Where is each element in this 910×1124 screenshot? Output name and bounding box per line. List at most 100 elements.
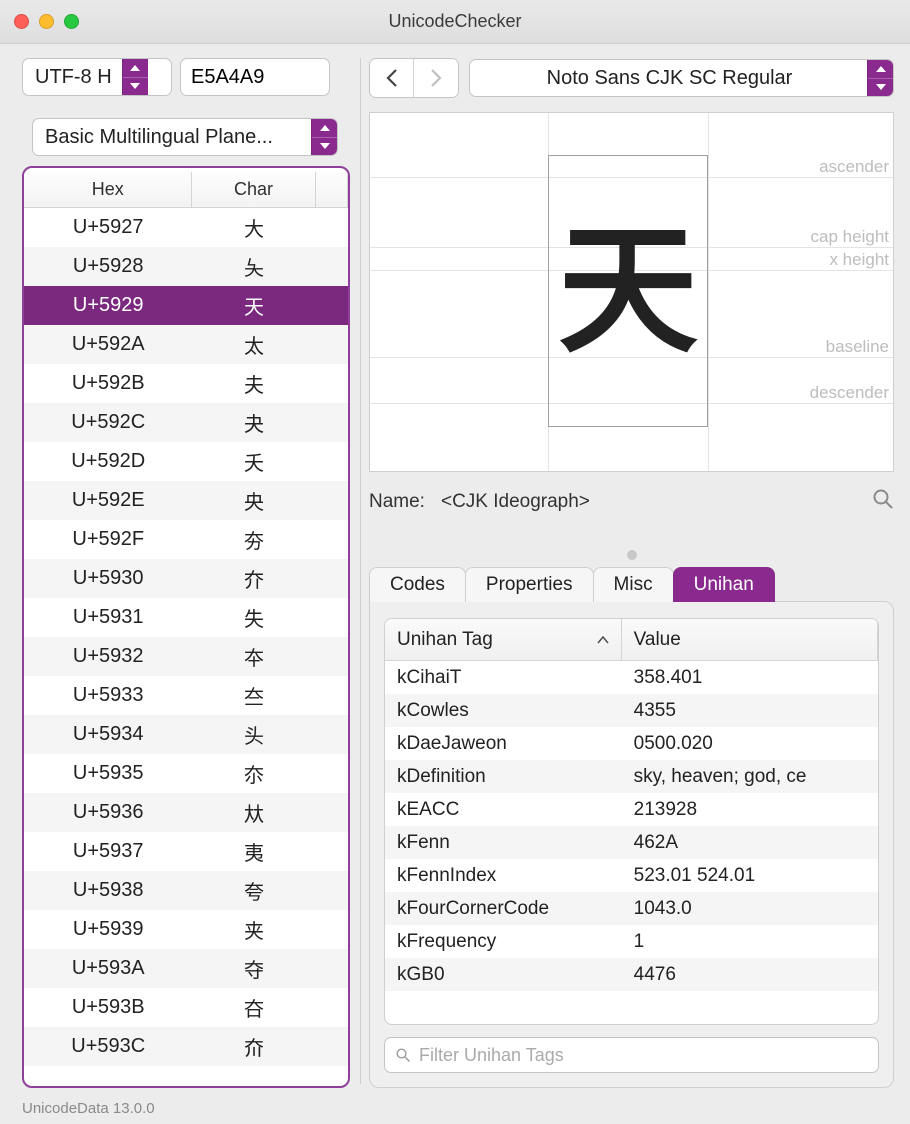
cell-char: 夰: [192, 564, 315, 593]
cell-hex: U+5927: [24, 216, 192, 239]
cell-hex: U+593A: [24, 957, 192, 980]
column-header-unihan-value[interactable]: Value: [622, 619, 878, 660]
plane-select[interactable]: Basic Multilingual Plane...: [32, 118, 338, 156]
table-row[interactable]: kFourCornerCode1043.0: [385, 892, 878, 925]
table-row[interactable]: kFenn462A: [385, 826, 878, 859]
cell-char: 夷: [192, 837, 315, 866]
chevron-down-icon: [312, 138, 337, 156]
column-header-unihan-tag[interactable]: Unihan Tag: [385, 619, 622, 660]
font-stepper[interactable]: [867, 60, 893, 96]
encoding-select[interactable]: UTF-8 H: [22, 58, 172, 96]
cell-char: 太: [192, 330, 315, 359]
cell-unihan-tag: kFourCornerCode: [385, 898, 622, 920]
cell-hex: U+592D: [24, 450, 192, 473]
column-header-char[interactable]: Char: [192, 172, 315, 207]
table-row[interactable]: kDaeJaweon0500.020: [385, 727, 878, 760]
table-row[interactable]: U+5930夰: [24, 559, 348, 598]
drag-handle[interactable]: [369, 550, 894, 560]
cell-hex: U+5936: [24, 801, 192, 824]
table-row[interactable]: kCowles4355: [385, 694, 878, 727]
table-row[interactable]: kEACC213928: [385, 793, 878, 826]
cell-char: 夼: [192, 1032, 315, 1061]
table-row[interactable]: U+593A夺: [24, 949, 348, 988]
table-row[interactable]: U+5936夶: [24, 793, 348, 832]
column-header-hex[interactable]: Hex: [24, 172, 192, 207]
chevron-up-icon: [312, 119, 337, 138]
glyph-preview: ascender cap height x height baseline de…: [369, 112, 894, 472]
search-icon: [395, 1047, 411, 1063]
table-row[interactable]: U+5937夷: [24, 832, 348, 871]
status-bar: UnicodeData 13.0.0: [0, 1098, 910, 1124]
unihan-filter[interactable]: [384, 1037, 879, 1073]
cell-hex: U+5931: [24, 606, 192, 629]
cell-char: 夬: [192, 408, 315, 437]
cell-hex: U+5939: [24, 918, 192, 941]
search-icon[interactable]: [872, 488, 894, 516]
tab-properties[interactable]: Properties: [465, 567, 594, 602]
table-row[interactable]: U+5939夹: [24, 910, 348, 949]
table-row[interactable]: U+592E央: [24, 481, 348, 520]
glyph-char: 天: [558, 221, 698, 361]
nav-prev-button[interactable]: [370, 59, 414, 97]
cell-char: 头: [192, 720, 315, 749]
guide-x-height: x height: [829, 250, 889, 270]
table-row[interactable]: kDefinitionsky, heaven; god, ce: [385, 760, 878, 793]
table-row[interactable]: U+592F夯: [24, 520, 348, 559]
table-row[interactable]: U+5934头: [24, 715, 348, 754]
table-row[interactable]: U+5933夳: [24, 676, 348, 715]
cell-char: 夹: [192, 915, 315, 944]
cell-char: 夭: [192, 447, 315, 476]
cell-char: 夸: [192, 876, 315, 905]
table-row[interactable]: U+5929天: [24, 286, 348, 325]
font-select[interactable]: Noto Sans CJK SC Regular: [469, 59, 894, 97]
table-row[interactable]: kCihaiT358.401: [385, 661, 878, 694]
table-row[interactable]: U+593C夼: [24, 1027, 348, 1066]
window-title: UnicodeChecker: [14, 11, 896, 32]
table-row[interactable]: kFrequency1: [385, 925, 878, 958]
cell-hex: U+5928: [24, 255, 192, 278]
table-row[interactable]: kFennIndex523.01 524.01: [385, 859, 878, 892]
nav-next-button[interactable]: [414, 59, 458, 97]
unicodedata-version: UnicodeData 13.0.0: [22, 1100, 155, 1117]
plane-stepper[interactable]: [311, 119, 337, 155]
cell-unihan-tag: kGB0: [385, 964, 622, 986]
cell-unihan-value: 523.01 524.01: [622, 865, 878, 887]
table-row[interactable]: U+593B夻: [24, 988, 348, 1027]
codepoint-list[interactable]: Hex Char U+5927大U+5928夨U+5929天U+592A太U+5…: [22, 166, 350, 1088]
table-row[interactable]: U+592D夭: [24, 442, 348, 481]
cell-char: 夯: [192, 525, 315, 554]
table-row[interactable]: U+5928夨: [24, 247, 348, 286]
cell-hex: U+5938: [24, 879, 192, 902]
guide-descender: descender: [810, 383, 889, 403]
table-row[interactable]: U+5927大: [24, 208, 348, 247]
table-row[interactable]: U+5938夸: [24, 871, 348, 910]
encoding-stepper[interactable]: [122, 59, 148, 95]
unihan-filter-input[interactable]: [419, 1045, 868, 1066]
name-value: <CJK Ideograph>: [441, 491, 590, 513]
cell-unihan-value: sky, heaven; god, ce: [622, 766, 878, 788]
cell-hex: U+592B: [24, 372, 192, 395]
table-row[interactable]: U+5935夵: [24, 754, 348, 793]
cell-hex: U+5932: [24, 645, 192, 668]
tab-codes[interactable]: Codes: [369, 567, 466, 602]
cell-unihan-tag: kFennIndex: [385, 865, 622, 887]
table-row[interactable]: U+5932夲: [24, 637, 348, 676]
cell-hex: U+5934: [24, 723, 192, 746]
chevron-up-icon: [868, 60, 893, 79]
glyph-box: 天: [548, 155, 708, 427]
cell-unihan-value: 0500.020: [622, 733, 878, 755]
cell-hex: U+5929: [24, 294, 192, 317]
chevron-up-icon: [123, 59, 148, 78]
codepoint-hex-input[interactable]: [180, 58, 330, 96]
tab-unihan[interactable]: Unihan: [673, 567, 775, 602]
table-row[interactable]: U+592C夬: [24, 403, 348, 442]
cell-char: 失: [192, 603, 315, 632]
table-row[interactable]: U+5931失: [24, 598, 348, 637]
table-row[interactable]: kGB04476: [385, 958, 878, 991]
chevron-right-icon: [430, 69, 442, 87]
unihan-table[interactable]: Unihan Tag Value kCihaiT358.401kCowles43…: [384, 618, 879, 1025]
table-row[interactable]: U+592A太: [24, 325, 348, 364]
tab-misc[interactable]: Misc: [593, 567, 674, 602]
column-header-extra: [316, 172, 348, 207]
table-row[interactable]: U+592B夫: [24, 364, 348, 403]
